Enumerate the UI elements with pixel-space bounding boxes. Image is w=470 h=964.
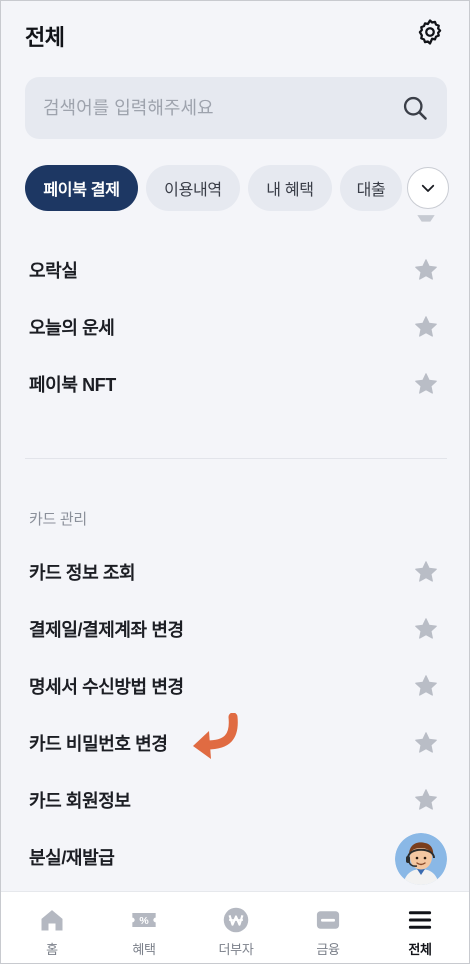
star-icon[interactable] xyxy=(413,314,439,340)
menu-item[interactable]: 오락실 xyxy=(1,242,469,298)
search-input[interactable] xyxy=(43,77,383,139)
menu-item-label: 카드 회원정보 xyxy=(29,791,131,811)
section-title-card-management: 카드 관리 xyxy=(29,511,87,528)
tab-label: 혜택 xyxy=(132,942,156,957)
app-screen: 전체 페이북 결제 이용내역 내 혜택 대출 오락실 xyxy=(0,0,470,964)
menu-item[interactable]: 페이북 NFT xyxy=(1,356,469,412)
tab-label: 더부자 xyxy=(218,942,254,957)
header: 전체 xyxy=(1,1,469,65)
won-coin-icon xyxy=(223,907,249,933)
star-icon[interactable] xyxy=(413,257,439,283)
chip-my-benefits[interactable]: 내 혜택 xyxy=(248,165,332,211)
tab-home[interactable]: 홈 xyxy=(5,892,99,963)
card-icon xyxy=(316,911,340,929)
search-icon[interactable] xyxy=(401,94,429,122)
menu-item-label: 카드 비밀번호 변경 xyxy=(29,734,168,754)
menu-item[interactable]: 명세서 수신방법 변경 xyxy=(1,658,469,714)
star-icon[interactable] xyxy=(413,616,439,642)
menu-item[interactable]: 카드 정보 조회 xyxy=(1,544,469,600)
annotation-arrow-icon xyxy=(193,713,238,759)
coupon-icon: % xyxy=(132,913,156,927)
star-icon[interactable] xyxy=(413,559,439,585)
menu-item[interactable]: 결제일/결제계좌 변경 xyxy=(1,601,469,657)
tab-benefits[interactable]: % 혜택 xyxy=(97,892,191,963)
star-icon[interactable] xyxy=(413,371,439,397)
agent-avatar-icon xyxy=(395,833,447,885)
chevron-down-icon xyxy=(421,184,435,192)
star-icon xyxy=(417,215,435,222)
search-bar xyxy=(25,77,447,139)
menu-item[interactable]: 카드 회원정보 xyxy=(1,772,469,828)
menu-icon xyxy=(408,911,432,929)
menu-item-label: 페이북 NFT xyxy=(29,375,116,395)
menu-item-label: 결제일/결제계좌 변경 xyxy=(29,620,184,640)
menu-item-label: 명세서 수신방법 변경 xyxy=(29,677,184,697)
tab-label: 홈 xyxy=(46,942,58,957)
tab-label: 금융 xyxy=(316,942,340,957)
menu-list[interactable]: 오락실 오늘의 운세 페이북 NFT 카드 관리 카드 정보 조회 결제일/결제… xyxy=(1,215,469,891)
bottom-tab-bar: 홈 % 혜택 더부자 금융 전체 xyxy=(1,891,469,963)
page-title: 전체 xyxy=(25,25,65,50)
chip-loan[interactable]: 대출 xyxy=(340,165,402,211)
star-icon[interactable] xyxy=(413,673,439,699)
menu-item-label: 카드 정보 조회 xyxy=(29,563,136,583)
tab-label: 전체 xyxy=(408,942,432,957)
gear-icon[interactable] xyxy=(415,17,445,47)
menu-item-label: 오락실 xyxy=(29,261,78,281)
star-icon[interactable] xyxy=(413,730,439,756)
home-icon xyxy=(41,910,63,931)
svg-text:%: % xyxy=(139,915,149,927)
chip-usage-history[interactable]: 이용내역 xyxy=(146,165,240,211)
tab-finance[interactable]: 금융 xyxy=(281,892,375,963)
tab-all[interactable]: 전체 xyxy=(373,892,467,963)
menu-item[interactable]: 오늘의 운세 xyxy=(1,299,469,355)
star-icon[interactable] xyxy=(413,787,439,813)
section-divider xyxy=(25,458,447,459)
support-avatar[interactable] xyxy=(395,833,447,885)
menu-item-label: 분실/재발급 xyxy=(29,848,115,868)
menu-item-label: 오늘의 운세 xyxy=(29,318,115,338)
chip-paybook-payment[interactable]: 페이북 결제 xyxy=(25,165,138,211)
expand-chips-button[interactable] xyxy=(407,167,449,209)
tab-rich[interactable]: 더부자 xyxy=(189,892,283,963)
category-chips: 페이북 결제 이용내역 내 혜택 대출 xyxy=(25,165,455,211)
